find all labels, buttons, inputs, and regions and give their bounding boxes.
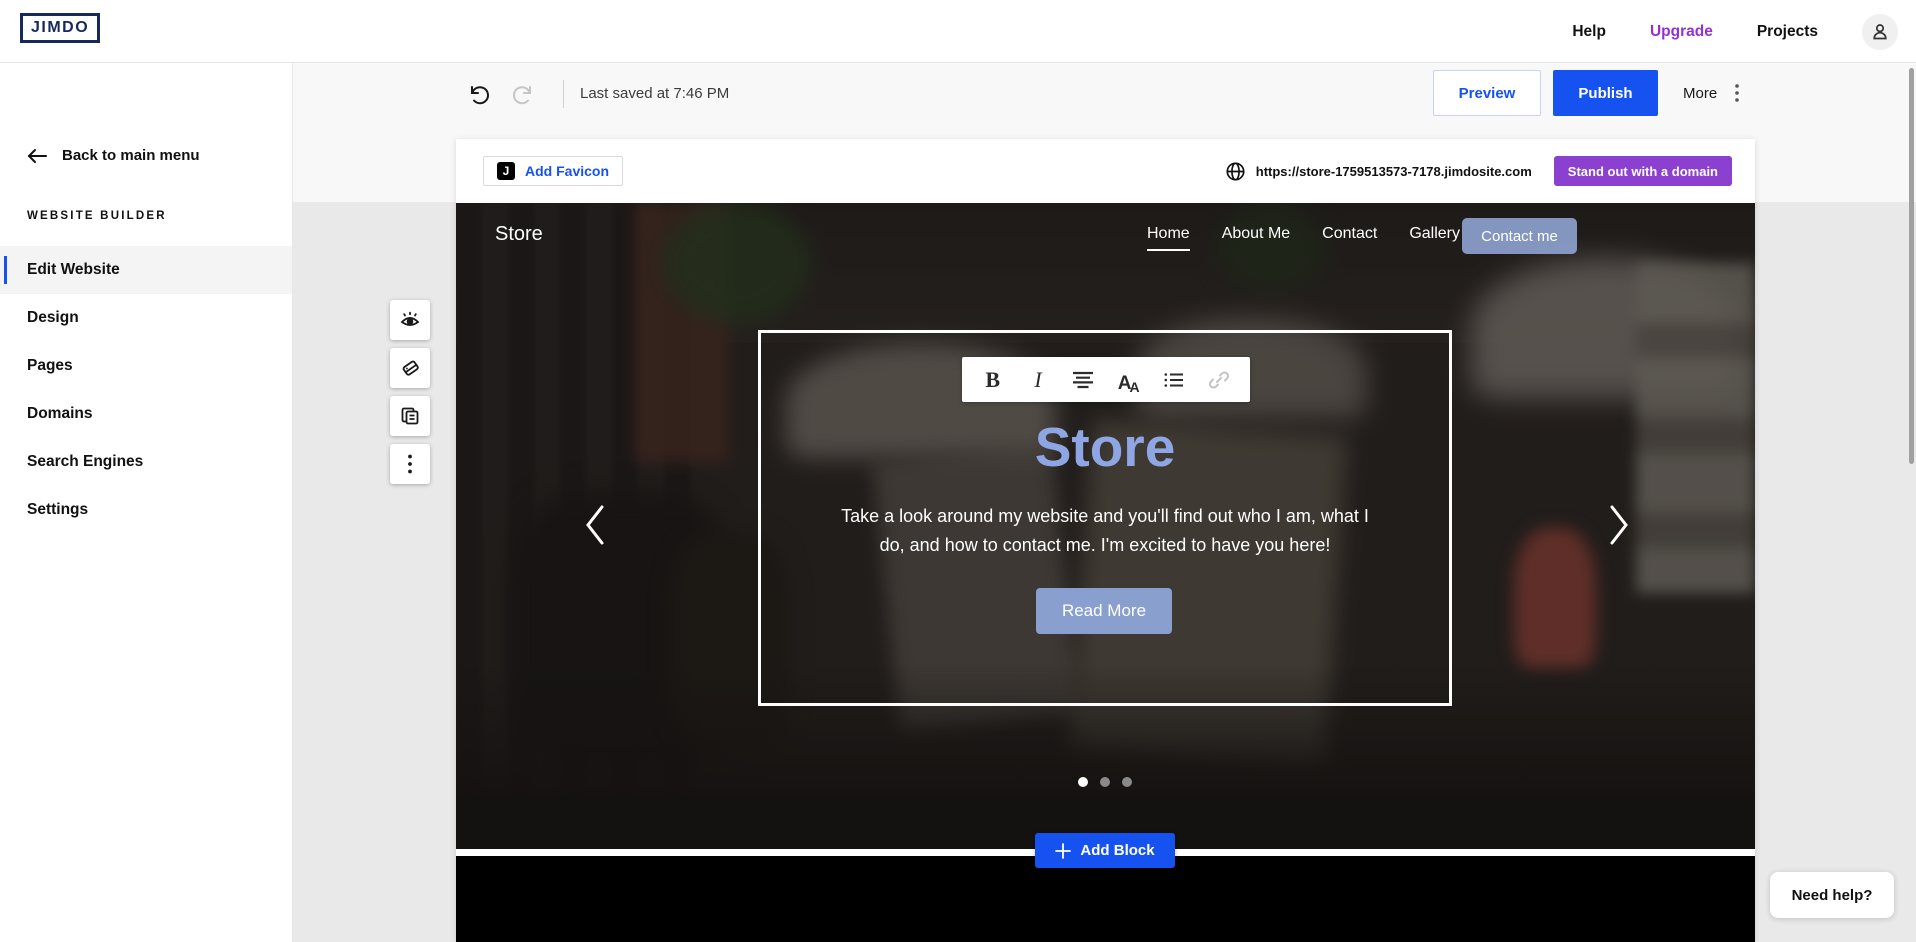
- editor-canvas: Last saved at 7:46 PM Preview Publish Mo…: [293, 63, 1916, 942]
- bold-button[interactable]: B: [978, 365, 1008, 395]
- account-avatar[interactable]: [1862, 14, 1898, 50]
- page-scrollbar-thumb[interactable]: [1909, 68, 1914, 464]
- site-nav-about-me[interactable]: About Me: [1222, 225, 1290, 243]
- link-icon: [1208, 369, 1230, 391]
- chevron-left-icon: [580, 503, 610, 547]
- jimdo-editor-window: JIMDO Help Upgrade Projects Back to main…: [0, 0, 1916, 942]
- toolbar-divider: [563, 80, 564, 108]
- bullet-list-icon: [1164, 372, 1184, 388]
- duplicate-block-button[interactable]: [390, 396, 430, 436]
- add-block-button[interactable]: Add Block: [1035, 833, 1175, 868]
- align-button[interactable]: [1068, 365, 1098, 395]
- undo-icon: [465, 81, 491, 107]
- carousel-prev-button[interactable]: [580, 503, 610, 547]
- header-nav: Help Upgrade Projects: [1572, 0, 1898, 63]
- contact-me-button[interactable]: Contact me: [1462, 218, 1577, 254]
- sidebar-section-label: WEBSITE BUILDER: [27, 210, 167, 222]
- sidebar: Back to main menu WEBSITE BUILDER Edit W…: [0, 63, 293, 942]
- preview-button[interactable]: Preview: [1433, 70, 1541, 116]
- more-menu-button[interactable]: More: [1683, 70, 1739, 116]
- link-button[interactable]: [1204, 365, 1234, 395]
- add-favicon-label: Add Favicon: [525, 163, 609, 179]
- projects-link[interactable]: Projects: [1757, 23, 1818, 41]
- sidebar-item-search-engines[interactable]: Search Engines: [0, 438, 292, 486]
- need-help-button[interactable]: Need help?: [1770, 872, 1894, 918]
- site-logo[interactable]: Store: [495, 223, 543, 246]
- back-label: Back to main menu: [62, 147, 200, 164]
- upgrade-link[interactable]: Upgrade: [1650, 23, 1713, 41]
- block-tools: [390, 300, 430, 492]
- last-saved-status: Last saved at 7:46 PM: [580, 85, 729, 102]
- about-me-title: About Me: [1001, 938, 1211, 942]
- redo-button[interactable]: [511, 81, 537, 107]
- site-nav: Store Home About Me Contact Gallery Cont…: [456, 203, 1755, 265]
- app-header: JIMDO Help Upgrade Projects: [0, 0, 1916, 63]
- kebab-menu-icon: [1735, 84, 1739, 102]
- globe-icon: [1225, 161, 1246, 182]
- about-me-section[interactable]: About Me: [456, 856, 1755, 942]
- sidebar-item-settings[interactable]: Settings: [0, 486, 292, 534]
- user-icon: [1870, 22, 1890, 42]
- add-favicon-button[interactable]: J Add Favicon: [483, 156, 623, 186]
- site-nav-gallery[interactable]: Gallery: [1409, 225, 1460, 243]
- carousel-dot[interactable]: [1078, 777, 1088, 787]
- italic-button[interactable]: I: [1023, 365, 1053, 395]
- hero-section[interactable]: Store Home About Me Contact Gallery Cont…: [456, 203, 1755, 849]
- sidebar-item-design[interactable]: Design: [0, 294, 292, 342]
- help-link[interactable]: Help: [1572, 23, 1606, 41]
- site-nav-contact[interactable]: Contact: [1322, 225, 1377, 243]
- copy-icon: [398, 404, 422, 428]
- chevron-right-icon: [1604, 503, 1634, 547]
- undo-button[interactable]: [465, 81, 491, 107]
- jimdo-logo[interactable]: JIMDO: [20, 13, 100, 43]
- kebab-menu-icon: [408, 454, 412, 474]
- site-chrome-bar: J Add Favicon https://store-1759513573-7…: [456, 139, 1755, 203]
- hero-paragraph[interactable]: Take a look around my website and you'll…: [758, 502, 1452, 560]
- back-to-main-menu[interactable]: Back to main menu: [27, 147, 200, 164]
- site-url[interactable]: https://store-1759513573-7178.jimdosite.…: [1256, 164, 1532, 179]
- site-nav-home[interactable]: Home: [1147, 225, 1190, 243]
- hero-title[interactable]: Store: [758, 415, 1452, 479]
- carousel-dot[interactable]: [1100, 777, 1110, 787]
- read-more-button[interactable]: Read More: [1036, 588, 1172, 634]
- site-url-group: https://store-1759513573-7178.jimdosite.…: [1225, 156, 1732, 186]
- redo-icon: [511, 81, 537, 107]
- style-swatch-icon: [398, 356, 422, 380]
- publish-button[interactable]: Publish: [1553, 70, 1658, 116]
- site-preview-card: J Add Favicon https://store-1759513573-7…: [456, 139, 1755, 942]
- carousel-next-button[interactable]: [1604, 503, 1634, 547]
- sidebar-item-edit-website[interactable]: Edit Website: [0, 246, 292, 294]
- more-label: More: [1683, 85, 1717, 102]
- align-center-icon: [1072, 371, 1094, 389]
- font-style-button[interactable]: AA: [1114, 365, 1144, 395]
- carousel-dots: [758, 777, 1452, 787]
- favicon-placeholder-icon: J: [497, 162, 515, 180]
- block-more-options-button[interactable]: [390, 444, 430, 484]
- block-style-button[interactable]: [390, 348, 430, 388]
- text-format-toolbar: B I AA: [962, 357, 1250, 402]
- plus-icon: [1055, 843, 1071, 859]
- eye-icon: [398, 309, 422, 331]
- list-button[interactable]: [1159, 365, 1189, 395]
- sidebar-menu: Edit Website Design Pages Domains Search…: [0, 246, 292, 534]
- back-arrow-icon: [27, 148, 47, 164]
- site-nav-links: Home About Me Contact Gallery: [1147, 225, 1460, 243]
- carousel-dot[interactable]: [1122, 777, 1132, 787]
- domain-upsell-button[interactable]: Stand out with a domain: [1554, 156, 1732, 186]
- sidebar-item-domains[interactable]: Domains: [0, 390, 292, 438]
- toggle-visibility-button[interactable]: [390, 300, 430, 340]
- sidebar-item-pages[interactable]: Pages: [0, 342, 292, 390]
